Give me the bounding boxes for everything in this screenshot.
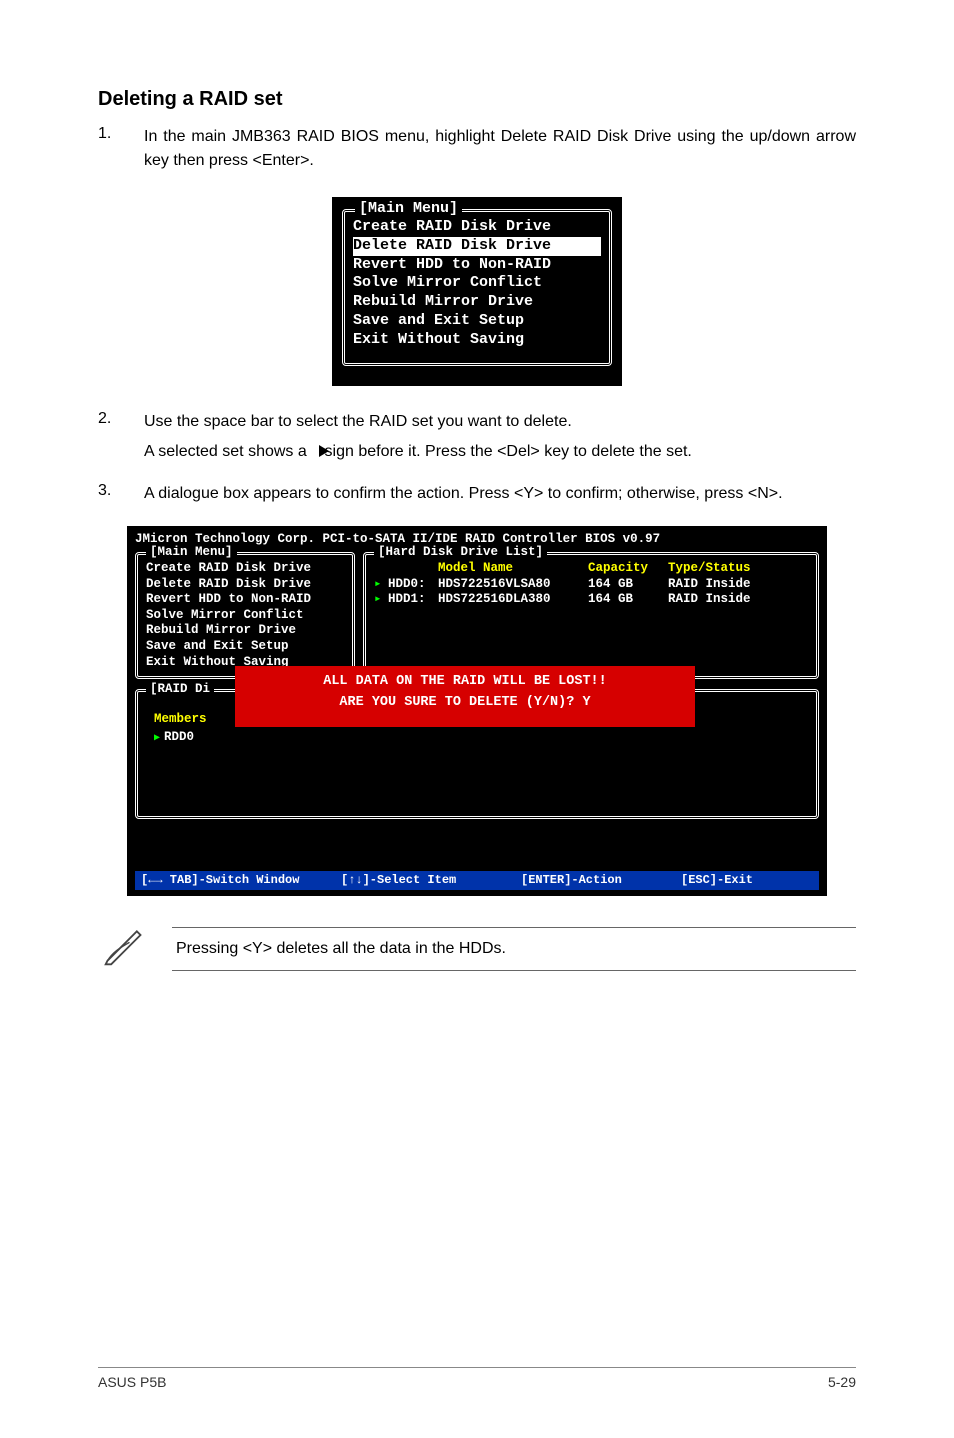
pane-title: [Main Menu] <box>146 545 237 561</box>
triangle-icon <box>319 445 329 457</box>
pane-title-truncated: [RAID Di <box>146 682 214 698</box>
hdd-list-pane: [Hard Disk Drive List] Model Name Capaci… <box>363 552 819 679</box>
menu-item: Rebuild Mirror Drive <box>146 623 344 639</box>
menu-item: Revert HDD to Non-RAID <box>146 592 344 608</box>
hdd-row: ▸ HDD1: HDS722516DLA380 164 GB RAID Insi… <box>374 592 808 608</box>
dialog-line-1: ALL DATA ON THE RAID WILL BE LOST!! <box>253 672 677 692</box>
step-text: Use the space bar to select the RAID set… <box>144 410 856 434</box>
menu-item: Delete RAID Disk Drive <box>146 577 344 593</box>
menu-item-selected: Delete RAID Disk Drive <box>353 237 601 256</box>
main-menu-pane: [Main Menu] Create RAID Disk Drive Delet… <box>135 552 355 679</box>
step-list-cont: 2. Use the space bar to select the RAID … <box>98 410 856 512</box>
menu-item: Solve Mirror Conflict <box>146 608 344 624</box>
section-heading: Deleting a RAID set <box>98 88 856 111</box>
menu-item: Exit Without Saving <box>353 331 601 350</box>
col-type: Type/Status <box>668 561 808 577</box>
note-text: Pressing <Y> deletes all the data in the… <box>172 927 856 971</box>
hdd-id: HDD1: <box>388 592 438 608</box>
hdd-capacity: 164 GB <box>588 577 668 593</box>
menu-item: Solve Mirror Conflict <box>353 274 601 293</box>
footer-left: ASUS P5B <box>98 1374 166 1390</box>
hint-select-item: [↑↓]-Select Item <box>341 873 521 888</box>
menu-item: Rebuild Mirror Drive <box>353 293 601 312</box>
confirm-delete-dialog: ALL DATA ON THE RAID WILL BE LOST!! ARE … <box>235 666 695 727</box>
step-3: 3. A dialogue box appears to confirm the… <box>98 482 856 512</box>
hdd-header-row: Model Name Capacity Type/Status <box>374 561 808 577</box>
hdd-model: HDS722516VLSA80 <box>438 577 588 593</box>
hint-exit: [ESC]-Exit <box>681 873 813 888</box>
hdd-type: RAID Inside <box>668 592 808 608</box>
footer-right: 5-29 <box>828 1374 856 1390</box>
bios-main-menu-small: [Main Menu] Create RAID Disk Drive Delet… <box>332 197 622 386</box>
raid-entry: ▶RDD0 <box>154 730 808 746</box>
menu-item: Create RAID Disk Drive <box>146 561 344 577</box>
col-capacity: Capacity <box>588 561 668 577</box>
hdd-row: ▸ HDD0: HDS722516VLSA80 164 GB RAID Insi… <box>374 577 808 593</box>
step-list: 1. In the main JMB363 RAID BIOS menu, hi… <box>98 125 856 179</box>
page-footer: ASUS P5B 5-29 <box>98 1367 856 1390</box>
step-number: 2. <box>98 410 144 470</box>
arrow-icon: ▸ <box>374 592 388 608</box>
note-pencil-icon <box>102 924 146 973</box>
menu-item: Save and Exit Setup <box>146 639 344 655</box>
step-text: A dialogue box appears to confirm the ac… <box>144 482 856 506</box>
hdd-capacity: 164 GB <box>588 592 668 608</box>
bios-footer-bar: [←→ TAB]-Switch Window [↑↓]-Select Item … <box>135 871 819 890</box>
bios-dialog-large: JMicron Technology Corp. PCI-to-SATA II/… <box>127 526 827 896</box>
step-number: 1. <box>98 125 144 179</box>
dialog-line-2: ARE YOU SURE TO DELETE (Y/N)? Y <box>253 693 677 713</box>
step-2: 2. Use the space bar to select the RAID … <box>98 410 856 470</box>
pane-title: [Hard Disk Drive List] <box>374 545 547 561</box>
menu-item: Save and Exit Setup <box>353 312 601 331</box>
hint-switch-window: [←→ TAB]-Switch Window <box>141 873 341 888</box>
menu-item: Create RAID Disk Drive <box>353 218 601 237</box>
menu-item: Revert HDD to Non-RAID <box>353 256 601 275</box>
step-text: A selected set shows a sign before it. P… <box>144 440 856 464</box>
step-1: 1. In the main JMB363 RAID BIOS menu, hi… <box>98 125 856 179</box>
triangle-icon: ▶ <box>154 733 160 744</box>
hdd-model: HDS722516DLA380 <box>438 592 588 608</box>
col-model: Model Name <box>438 561 588 577</box>
arrow-icon: ▸ <box>374 577 388 593</box>
hdd-id: HDD0: <box>388 577 438 593</box>
hint-action: [ENTER]-Action <box>521 873 681 888</box>
step-text: In the main JMB363 RAID BIOS menu, highl… <box>144 125 856 173</box>
note-row: Pressing <Y> deletes all the data in the… <box>102 924 856 973</box>
bios-small-title: [Main Menu] <box>355 200 462 219</box>
step-number: 3. <box>98 482 144 512</box>
hdd-type: RAID Inside <box>668 577 808 593</box>
